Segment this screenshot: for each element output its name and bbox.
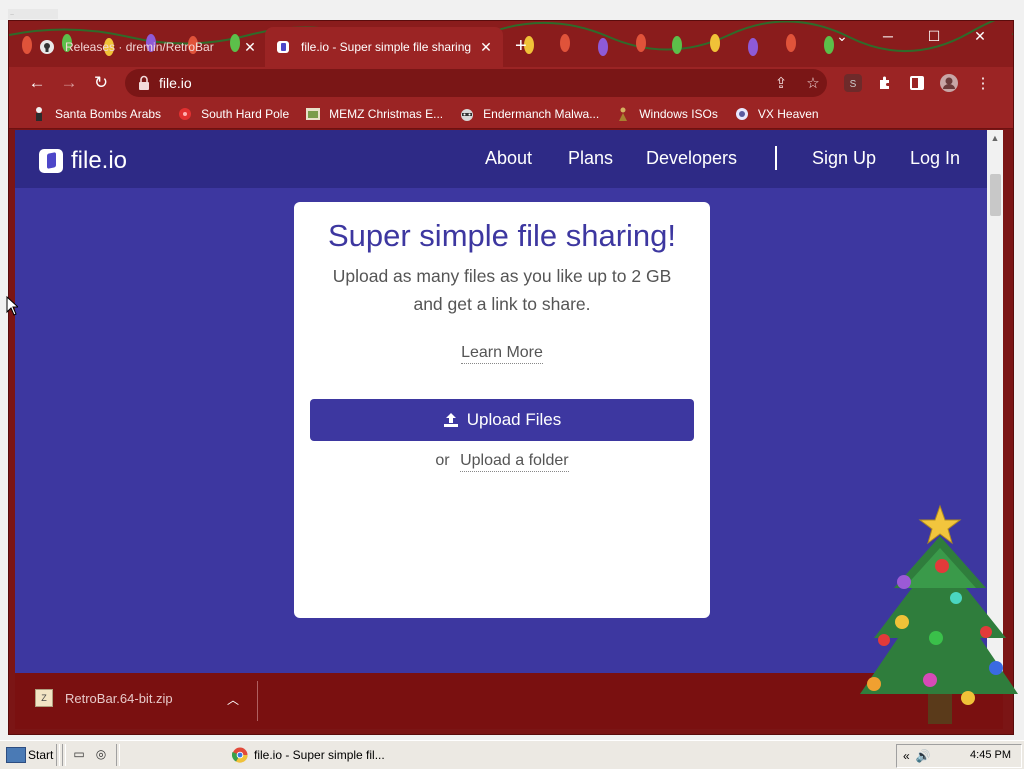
mouse-cursor-icon — [6, 296, 18, 316]
bookmark-endermanch-malware[interactable]: Endermanch Malwa... — [459, 106, 599, 122]
profile-avatar-icon[interactable] — [937, 71, 961, 95]
svg-text:S: S — [850, 79, 857, 90]
upload-folder-link[interactable]: Upload a folder — [460, 452, 569, 472]
task-title: file.io - Super simple fil... — [254, 748, 385, 762]
bookmark-label: Windows ISOs — [639, 106, 718, 121]
hero-title: Super simple file sharing! — [327, 218, 677, 253]
tab-strip: Releases · dremin/RetroBar ✕ file.io - S… — [9, 21, 1013, 67]
santa-icon — [31, 106, 47, 122]
bookmark-label: Santa Bombs Arabs — [55, 106, 162, 121]
start-button[interactable]: Start — [6, 744, 53, 766]
scroll-up-arrow-icon[interactable]: ▲ — [987, 130, 1003, 146]
back-arrow-icon[interactable]: ← — [25, 71, 49, 95]
volume-icon[interactable]: 🔊 — [916, 749, 931, 763]
bookmark-label: Endermanch Malwa... — [483, 106, 600, 121]
bookmark-santa-bombs-arabs[interactable]: Santa Bombs Arabs — [31, 106, 161, 122]
hero-subtitle-line: Upload as many files as you like up to 2… — [332, 266, 672, 286]
forward-arrow-icon[interactable]: → — [57, 71, 81, 95]
svg-text:~: ~ — [10, 12, 14, 19]
chrome-icon — [232, 747, 248, 763]
tab-title: Releases · dremin/RetroBar — [65, 40, 214, 54]
blob-icon — [734, 106, 750, 122]
reload-icon[interactable]: ↻ — [89, 71, 113, 95]
close-icon[interactable]: ✕ — [477, 39, 495, 56]
image-icon — [305, 106, 321, 122]
bookmark-memz-christmas[interactable]: MEMZ Christmas E... — [305, 106, 443, 122]
learn-more-link[interactable]: Learn More — [461, 344, 543, 364]
bookmark-label: VX Heaven — [757, 106, 819, 121]
upload-files-button[interactable]: Upload Files — [310, 399, 694, 441]
start-label: Start — [28, 748, 54, 762]
extension-profile-badge[interactable]: S — [841, 71, 865, 95]
nav-developers[interactable]: Developers — [646, 148, 737, 169]
download-item[interactable]: Z RetroBar.64-bit.zip — [35, 689, 173, 707]
upload-icon — [443, 413, 458, 427]
web-page: file.io About Plans Developers Sign Up L… — [15, 130, 987, 673]
quick-launch-app-icon[interactable]: ◎ — [94, 747, 108, 761]
tray-expand-icon[interactable]: « — [903, 749, 910, 763]
close-icon[interactable]: ✕ — [241, 39, 259, 56]
address-text[interactable]: file.io — [159, 75, 192, 91]
tab-title: file.io - Super simple file sharing — [301, 40, 472, 54]
github-icon — [39, 39, 55, 55]
close-window-icon[interactable]: ✕ — [957, 21, 1003, 51]
logo-text: file.io — [71, 147, 128, 174]
christmas-tree-decoration — [860, 504, 1018, 724]
fileio-favicon — [275, 39, 291, 55]
nav-divider — [775, 146, 777, 170]
zip-file-icon: Z — [35, 689, 53, 707]
show-desktop-icon[interactable]: ▭ — [72, 747, 86, 761]
nav-about[interactable]: About — [485, 148, 532, 169]
hero-subtitle: Upload as many files as you like up to 2… — [294, 262, 710, 318]
desktop-corner-decoration: ~ — [8, 9, 58, 19]
shelf-divider — [257, 681, 258, 721]
extensions-puzzle-icon[interactable] — [873, 71, 897, 95]
taskbar-separator — [62, 744, 66, 766]
fileio-logo[interactable]: file.io — [39, 147, 127, 175]
hero-subtitle-line: and get a link to share. — [413, 294, 591, 314]
taskbar: Start ▭ ◎ file.io - Super simple fil... … — [0, 740, 1024, 769]
bookmark-vx-heaven[interactable]: VX Heaven — [734, 106, 819, 122]
or-text: or — [435, 452, 450, 469]
maximize-icon[interactable]: ☐ — [911, 21, 957, 51]
taskbar-window-fileio[interactable]: file.io - Super simple fil... — [232, 743, 402, 767]
tab-retrobar-releases[interactable]: Releases · dremin/RetroBar ✕ — [29, 29, 267, 65]
chevron-up-icon[interactable]: ︿ — [227, 691, 239, 708]
clock[interactable]: 4:45 PM — [970, 749, 1011, 761]
bookmark-windows-isos[interactable]: Windows ISOs — [615, 106, 718, 122]
bookmarks-bar: Santa Bombs Arabs South Hard Pole MEMZ C… — [9, 99, 1013, 129]
bookmark-star-icon[interactable]: ☆ — [803, 73, 823, 93]
side-panel-icon[interactable] — [905, 71, 929, 95]
bookmark-south-hard-pole[interactable]: South Hard Pole — [177, 106, 289, 122]
learn-more-wrapper: Learn More — [294, 344, 710, 364]
bookmark-label: South Hard Pole — [201, 106, 290, 121]
taskbar-separator — [116, 744, 120, 766]
taskbar-separator — [56, 744, 60, 766]
windows-logo-icon — [6, 747, 26, 763]
raccoon-icon — [459, 106, 475, 122]
nav-log-in[interactable]: Log In — [910, 148, 960, 169]
system-tray: « 🔊 4:45 PM — [896, 744, 1022, 768]
tab-fileio[interactable]: file.io - Super simple file sharing ✕ — [265, 27, 503, 67]
scroll-thumb[interactable] — [990, 174, 1001, 216]
site-navbar: file.io About Plans Developers Sign Up L… — [15, 130, 987, 188]
browser-toolbar: ← → ↻ file.io ⇪ ☆ S ⋮ — [9, 67, 1013, 99]
fileio-logo-icon — [39, 149, 63, 173]
address-bar[interactable]: file.io ⇪ ☆ — [125, 69, 827, 97]
tab-search-chevron-icon[interactable]: ⌄ — [819, 21, 865, 51]
share-icon[interactable]: ⇪ — [771, 73, 791, 93]
red-flower-icon — [177, 106, 193, 122]
nav-sign-up[interactable]: Sign Up — [812, 148, 876, 169]
figure-icon — [615, 106, 631, 122]
upload-files-label: Upload Files — [466, 410, 562, 429]
minimize-icon[interactable]: ─ — [865, 21, 911, 51]
lock-icon — [139, 75, 149, 90]
new-tab-plus-icon[interactable]: + — [515, 35, 527, 58]
menu-kebab-icon[interactable]: ⋮ — [971, 71, 995, 95]
download-filename: RetroBar.64-bit.zip — [65, 690, 173, 706]
nav-plans[interactable]: Plans — [568, 148, 613, 169]
upload-card: Super simple file sharing! Upload as man… — [294, 202, 710, 618]
bookmark-label: MEMZ Christmas E... — [329, 106, 444, 121]
upload-folder-line: or Upload a folder — [294, 452, 710, 472]
